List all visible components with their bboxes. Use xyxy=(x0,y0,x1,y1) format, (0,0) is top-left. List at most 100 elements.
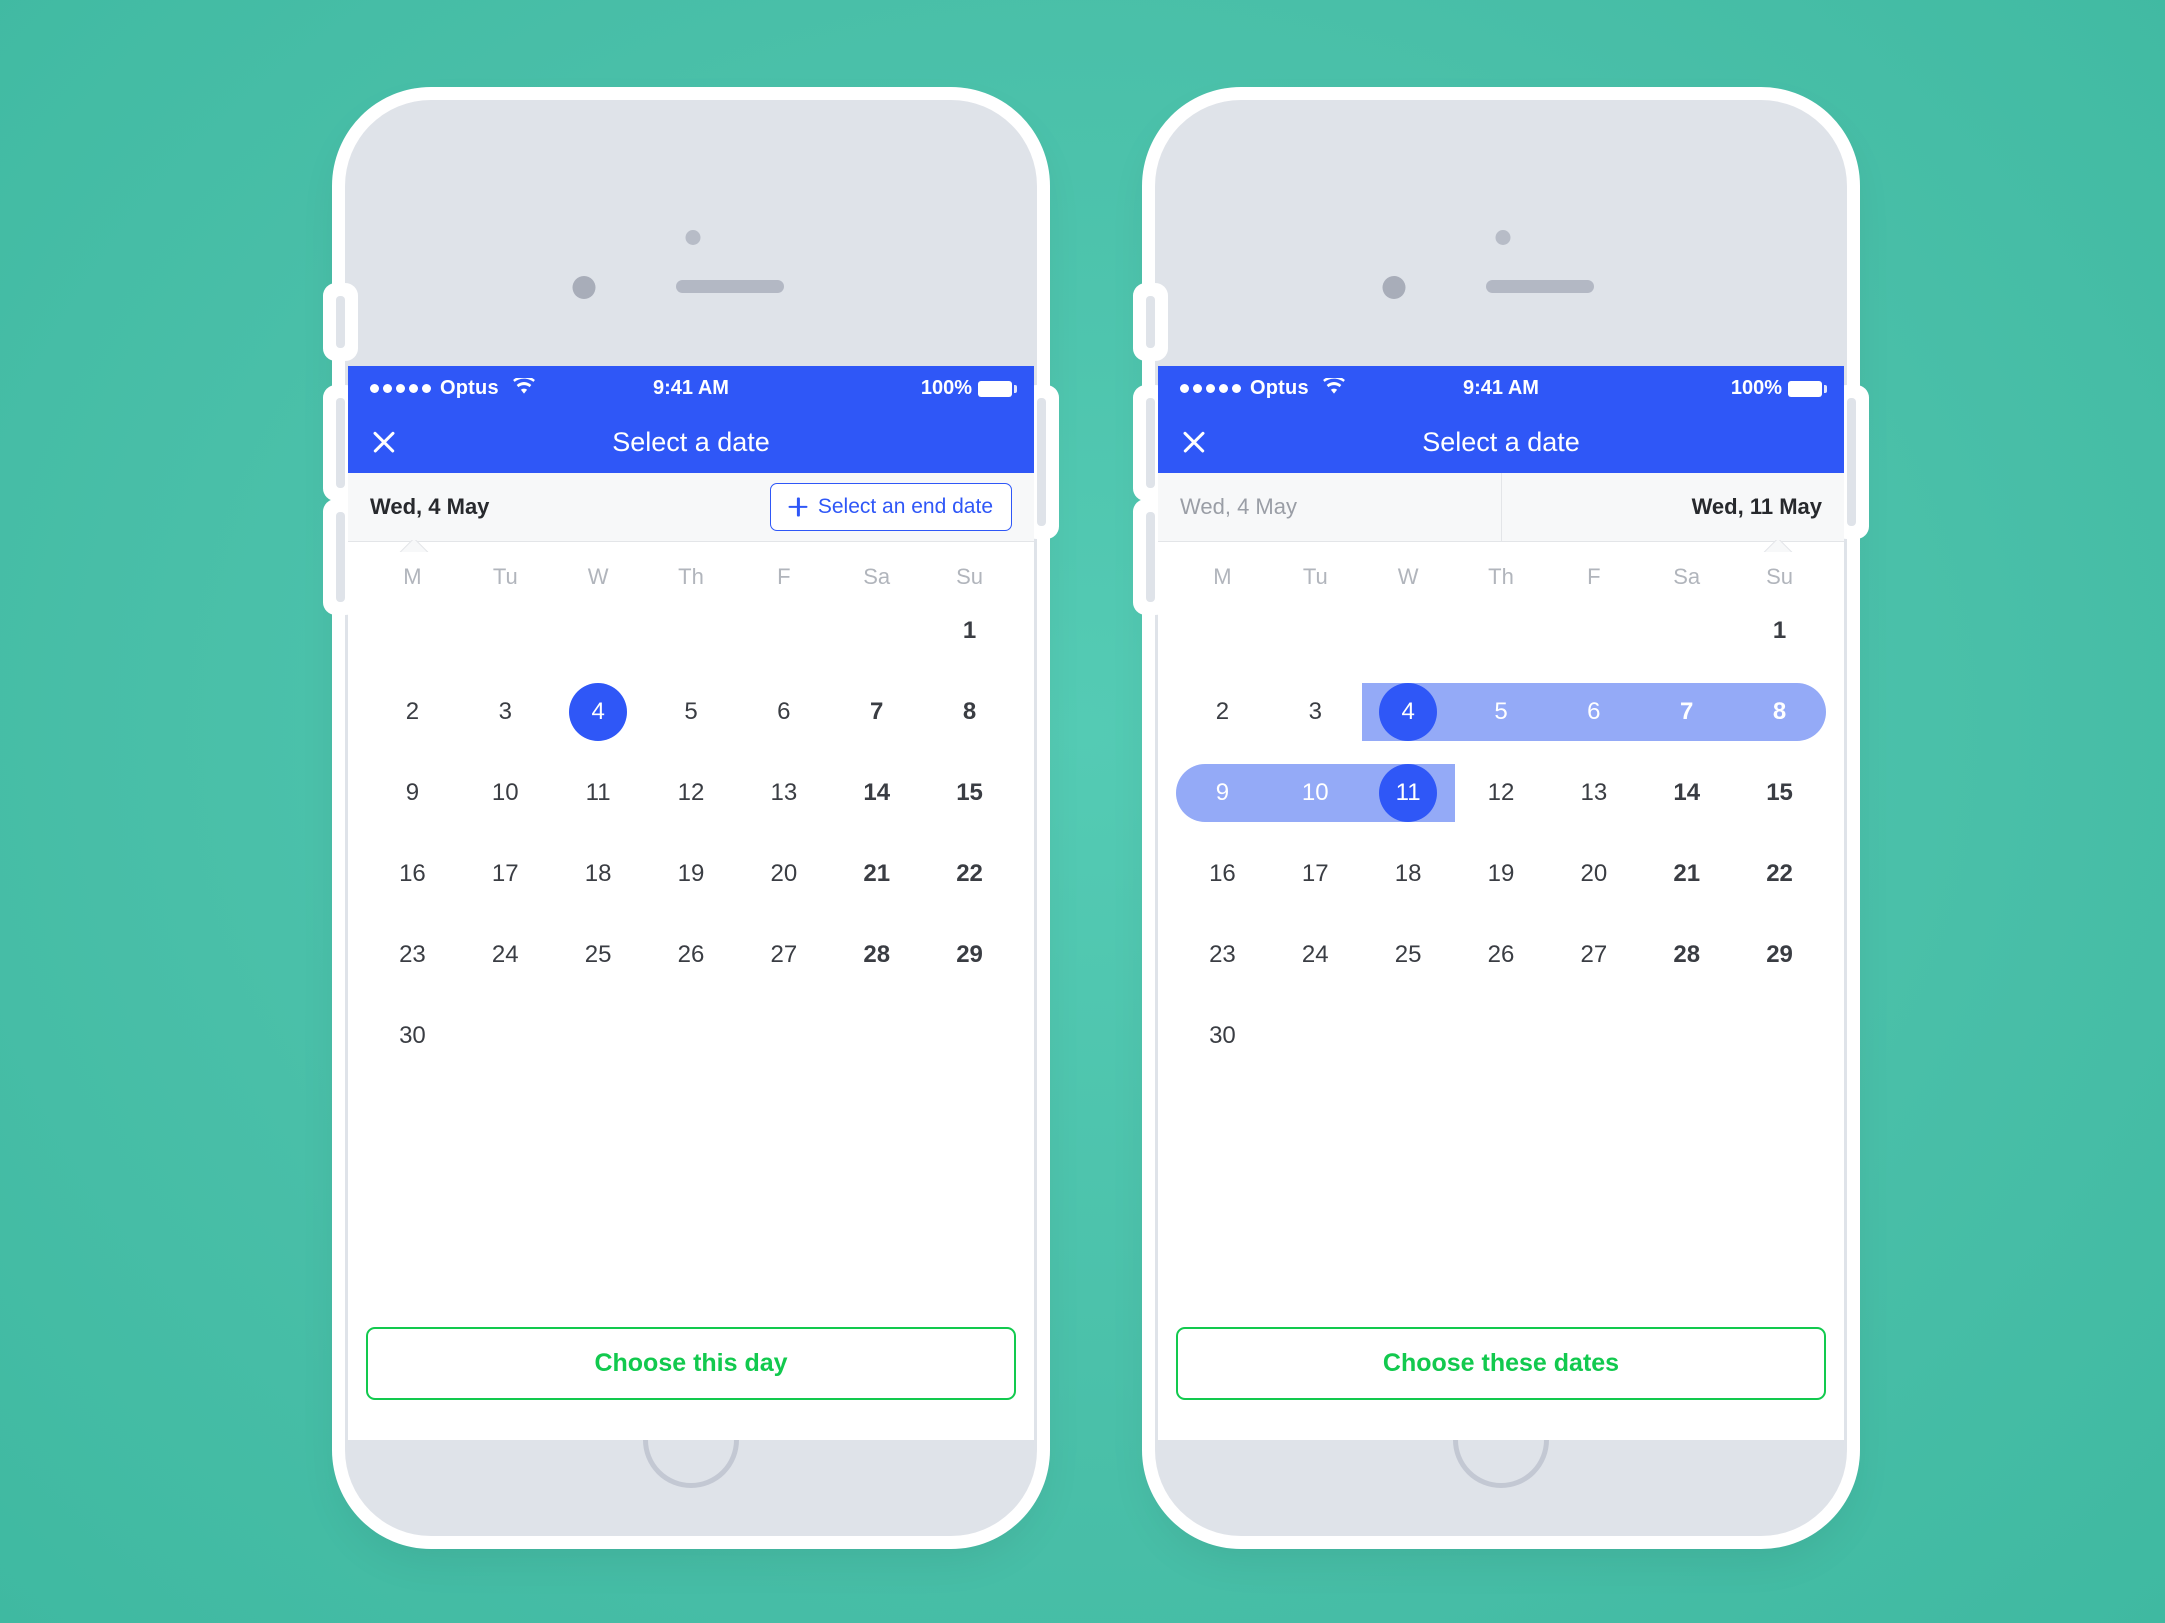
calendar-day-7[interactable]: 7 xyxy=(830,671,923,752)
calendar-day-10[interactable]: 10 xyxy=(1269,752,1362,833)
calendar-day-27[interactable]: 27 xyxy=(737,914,830,995)
calendar-day-19[interactable]: 19 xyxy=(645,833,738,914)
calendar-day-1[interactable]: 1 xyxy=(1733,590,1826,671)
calendar-day-20[interactable]: 20 xyxy=(1547,833,1640,914)
header-pointer-notch xyxy=(394,540,434,552)
calendar-empty-cell xyxy=(1547,995,1640,1076)
calendar-empty-cell xyxy=(645,995,738,1076)
date-selection-header: Wed, 4 May Select an end date xyxy=(348,473,1034,542)
calendar-day-25[interactable]: 25 xyxy=(552,914,645,995)
volume-down-button[interactable] xyxy=(336,512,345,602)
calendar-day-3[interactable]: 3 xyxy=(1269,671,1362,752)
weekday-label-th: Th xyxy=(678,564,704,589)
calendar-day-22[interactable]: 22 xyxy=(923,833,1016,914)
calendar-day-15[interactable]: 15 xyxy=(923,752,1016,833)
calendar-day-16[interactable]: 16 xyxy=(1176,833,1269,914)
weekday-header-row: M Tu W Th F Sa Su xyxy=(1176,564,1826,590)
volume-up-button[interactable] xyxy=(336,398,345,488)
calendar-day-24[interactable]: 24 xyxy=(1269,914,1362,995)
calendar-day-12[interactable]: 12 xyxy=(645,752,738,833)
calendar-day-8[interactable]: 8 xyxy=(1733,671,1826,752)
calendar-day-7[interactable]: 7 xyxy=(1640,671,1733,752)
start-date-cell[interactable]: Wed, 4 May xyxy=(1158,473,1501,541)
calendar-day-25[interactable]: 25 xyxy=(1362,914,1455,995)
calendar-day-18[interactable]: 18 xyxy=(1362,833,1455,914)
calendar-day-6[interactable]: 6 xyxy=(1547,671,1640,752)
calendar-day-15[interactable]: 15 xyxy=(1733,752,1826,833)
weekday-label-sa: Sa xyxy=(863,564,891,589)
calendar-day-6[interactable]: 6 xyxy=(737,671,830,752)
signal-dot xyxy=(1206,384,1215,393)
volume-down-button[interactable] xyxy=(1146,512,1155,602)
calendar-day-4[interactable]: 4 xyxy=(1362,671,1455,752)
calendar-day-27[interactable]: 27 xyxy=(1547,914,1640,995)
calendar-day-1[interactable]: 1 xyxy=(923,590,1016,671)
calendar-empty-cell xyxy=(1176,590,1269,671)
silent-switch[interactable] xyxy=(1146,296,1155,348)
confirm-dates-button[interactable]: Choose this day xyxy=(366,1327,1016,1400)
calendar-day-17[interactable]: 17 xyxy=(1269,833,1362,914)
date-selection-header: Wed, 4 May Wed, 11 May xyxy=(1158,473,1844,542)
volume-up-button[interactable] xyxy=(1146,398,1155,488)
calendar-day-4[interactable]: 4 xyxy=(552,671,645,752)
page-title: Select a date xyxy=(1422,426,1580,457)
silent-switch[interactable] xyxy=(336,296,345,348)
calendar-day-5[interactable]: 5 xyxy=(1455,671,1548,752)
calendar-day-30[interactable]: 30 xyxy=(1176,995,1269,1076)
end-date-label: Wed, 11 May xyxy=(1691,494,1822,519)
calendar-day-12[interactable]: 12 xyxy=(1455,752,1548,833)
calendar-day-26[interactable]: 26 xyxy=(645,914,738,995)
calendar-day-22[interactable]: 22 xyxy=(1733,833,1826,914)
calendar-day-11[interactable]: 11 xyxy=(1362,752,1455,833)
confirm-dates-button[interactable]: Choose these dates xyxy=(1176,1327,1826,1400)
calendar-day-13[interactable]: 13 xyxy=(737,752,830,833)
calendar-day-23[interactable]: 23 xyxy=(366,914,459,995)
calendar-day-8[interactable]: 8 xyxy=(923,671,1016,752)
calendar-day-21[interactable]: 21 xyxy=(830,833,923,914)
calendar-empty-cell xyxy=(737,590,830,671)
end-date-cell[interactable]: Wed, 11 May xyxy=(1501,473,1844,541)
calendar-day-28[interactable]: 28 xyxy=(830,914,923,995)
calendar-day-14[interactable]: 14 xyxy=(830,752,923,833)
status-bar: Optus 9:41 AM 100% xyxy=(1158,366,1844,411)
calendar-day-19[interactable]: 19 xyxy=(1455,833,1548,914)
calendar-day-13[interactable]: 13 xyxy=(1547,752,1640,833)
calendar-day-20[interactable]: 20 xyxy=(737,833,830,914)
power-button[interactable] xyxy=(1037,398,1046,526)
calendar-day-18[interactable]: 18 xyxy=(552,833,645,914)
calendar-day-11[interactable]: 11 xyxy=(552,752,645,833)
calendar-day-28[interactable]: 28 xyxy=(1640,914,1733,995)
status-bar-right: 100% xyxy=(921,377,1017,400)
select-end-date-button[interactable]: Select an end date xyxy=(769,483,1012,531)
calendar-day-21[interactable]: 21 xyxy=(1640,833,1733,914)
calendar-day-5[interactable]: 5 xyxy=(645,671,738,752)
phone-frame-date-range: Optus 9:41 AM 100% Select a date Wed, 4 May W… xyxy=(1146,100,1856,1536)
weekday-label-f: F xyxy=(777,564,791,589)
calendar-day-17[interactable]: 17 xyxy=(459,833,552,914)
calendar-day-9[interactable]: 9 xyxy=(1176,752,1269,833)
calendar-day-16[interactable]: 16 xyxy=(366,833,459,914)
proximity-sensor xyxy=(685,230,701,245)
calendar-day-29[interactable]: 29 xyxy=(1733,914,1826,995)
calendar-day-24[interactable]: 24 xyxy=(459,914,552,995)
start-date-cell[interactable]: Wed, 4 May Select an end date xyxy=(348,473,1034,541)
calendar-day-23[interactable]: 23 xyxy=(1176,914,1269,995)
calendar-day-2[interactable]: 2 xyxy=(1176,671,1269,752)
weekday-label-m: M xyxy=(403,564,422,589)
footer-action-area: Choose this day xyxy=(348,1327,1034,1440)
calendar-day-10[interactable]: 10 xyxy=(459,752,552,833)
status-bar-left: Optus xyxy=(1180,375,1345,401)
calendar-day-9[interactable]: 9 xyxy=(366,752,459,833)
close-icon[interactable] xyxy=(1180,429,1207,456)
calendar-day-2[interactable]: 2 xyxy=(366,671,459,752)
close-icon[interactable] xyxy=(370,429,397,456)
weekday-label-f: F xyxy=(1587,564,1601,589)
weekday-label-w: W xyxy=(587,564,609,589)
calendar-day-3[interactable]: 3 xyxy=(459,671,552,752)
calendar-day-30[interactable]: 30 xyxy=(366,995,459,1076)
calendar-day-26[interactable]: 26 xyxy=(1455,914,1548,995)
calendar-day-29[interactable]: 29 xyxy=(923,914,1016,995)
calendar-day-14[interactable]: 14 xyxy=(1640,752,1733,833)
power-button[interactable] xyxy=(1847,398,1856,526)
calendar-grid: M Tu W Th F Sa Su 1 2 3 4 5 6 7 8 9 10 11 12 13 14 15 16 17 18 19… xyxy=(1158,564,1844,1076)
